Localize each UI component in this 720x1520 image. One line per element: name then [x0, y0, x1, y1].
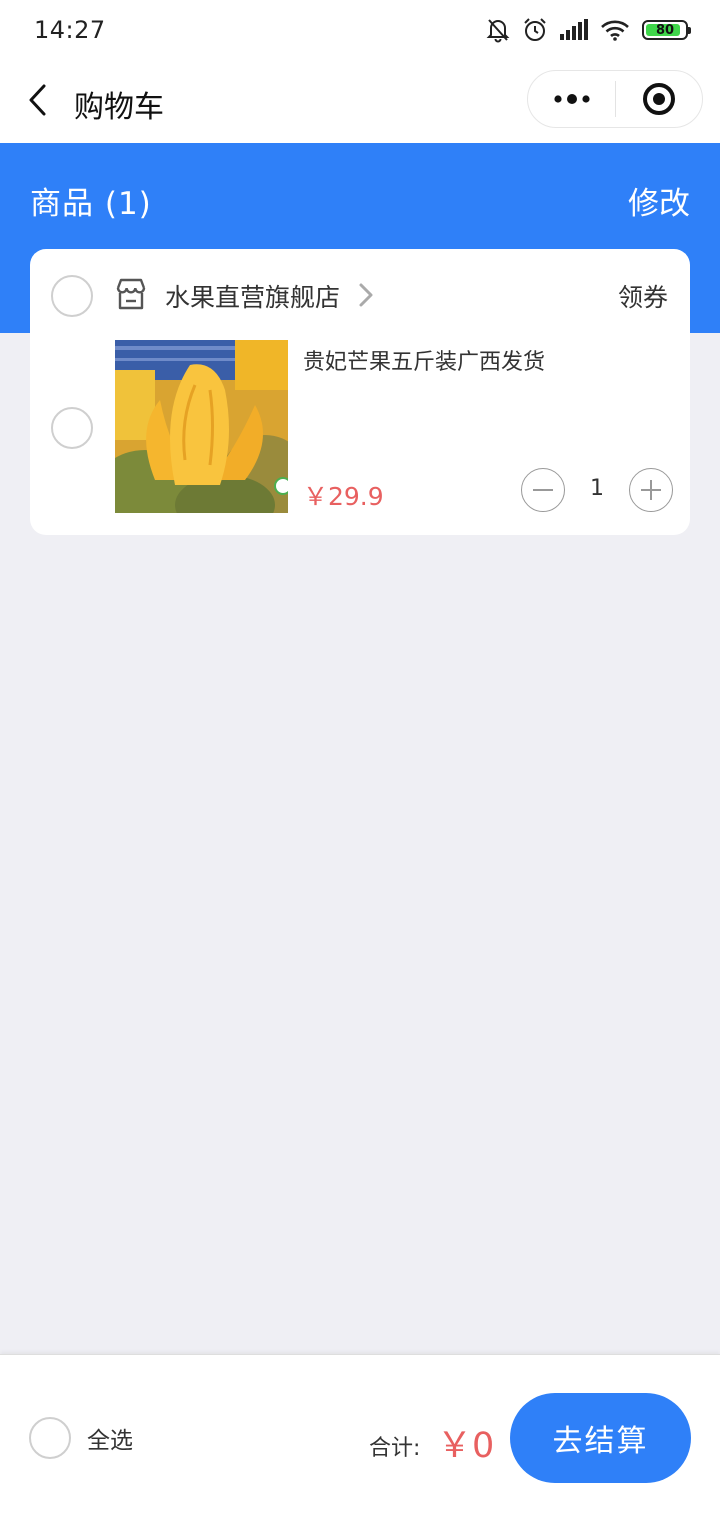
- bell-off-icon: [486, 19, 510, 43]
- page-title: 购物车: [74, 90, 164, 125]
- battery-level: 80: [655, 22, 675, 38]
- goods-count-title: 商品 (1): [30, 186, 152, 222]
- chevron-left-icon: [29, 84, 46, 116]
- shop-name[interactable]: 水果直营旗舰店: [165, 278, 340, 314]
- quantity-stepper: 1: [521, 468, 673, 512]
- mini-program-capsule: [527, 70, 703, 128]
- select-all-radio[interactable]: [29, 1417, 71, 1459]
- more-dots-icon: [553, 94, 590, 104]
- alarm-icon: [524, 18, 546, 41]
- product-price: ￥29.9: [303, 482, 384, 511]
- edit-button[interactable]: 修改: [628, 178, 690, 223]
- total-price: ￥0: [437, 1426, 495, 1466]
- wifi-icon: [601, 20, 629, 41]
- checkout-button[interactable]: 去结算: [510, 1393, 691, 1483]
- target-close-icon: [642, 83, 675, 115]
- shop-select-radio[interactable]: [51, 275, 93, 317]
- more-button[interactable]: [528, 71, 615, 127]
- status-bar: 14:27 80: [0, 0, 720, 60]
- coupon-button[interactable]: 领券: [618, 278, 668, 314]
- checkout-bar: 全选 合计: ￥0 去结算: [0, 1354, 720, 1520]
- decrease-quantity-button[interactable]: [521, 468, 565, 512]
- store-icon: [116, 278, 146, 310]
- product-image[interactable]: [115, 340, 288, 513]
- select-all-label[interactable]: 全选: [87, 1421, 133, 1455]
- back-button[interactable]: [22, 80, 52, 120]
- signal-icon: [560, 19, 588, 40]
- shop-cart-card: 水果直营旗舰店 领券 贵妃芒果五斤装广西发货 ￥29.9 1: [30, 249, 690, 535]
- product-name[interactable]: 贵妃芒果五斤装广西发货: [303, 344, 545, 376]
- quantity-value: 1: [590, 476, 604, 501]
- nav-bar: 购物车: [0, 60, 720, 143]
- status-time: 14:27: [34, 16, 106, 44]
- battery-icon: 80: [642, 20, 691, 40]
- close-button[interactable]: [616, 71, 702, 127]
- chevron-right-icon: [359, 283, 373, 307]
- increase-quantity-button[interactable]: [629, 468, 673, 512]
- item-select-radio[interactable]: [51, 407, 93, 449]
- mango-image-icon: [115, 340, 288, 513]
- total-label: 合计:: [369, 1436, 421, 1461]
- status-icons: 80: [486, 17, 691, 43]
